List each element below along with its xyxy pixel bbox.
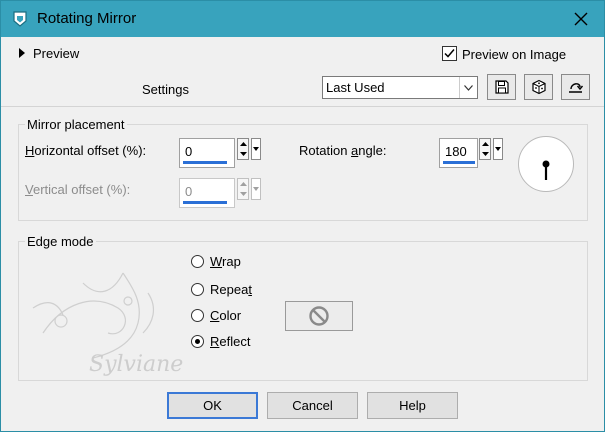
- mirror-placement-title: Mirror placement: [25, 117, 127, 132]
- vertical-offset-spinner[interactable]: 0: [179, 178, 264, 208]
- save-icon: [494, 80, 509, 94]
- rotation-dial[interactable]: [518, 136, 574, 192]
- preview-toggle[interactable]: Preview: [19, 46, 79, 61]
- horizontal-offset-value: 0: [185, 144, 193, 159]
- caret-down-icon: [253, 147, 259, 151]
- save-preset-button[interactable]: [487, 74, 516, 100]
- settings-dropdown[interactable]: Last Used: [322, 76, 478, 99]
- title-bar: Rotating Mirror: [1, 1, 604, 37]
- cancel-button[interactable]: Cancel: [267, 392, 358, 419]
- dial-needle-icon: [542, 160, 550, 180]
- preview-on-image-label: Preview on Image: [462, 47, 567, 62]
- close-icon: [574, 12, 588, 26]
- window-title: Rotating Mirror: [37, 10, 137, 27]
- no-color-icon: [309, 306, 329, 326]
- expand-triangle-icon: [19, 48, 25, 58]
- checkmark-icon: [444, 49, 455, 58]
- close-button[interactable]: [558, 1, 604, 37]
- horizontal-offset-updown[interactable]: [237, 138, 249, 160]
- edge-reflect-radio[interactable]: Reflect: [191, 334, 250, 349]
- edge-repeat-radio[interactable]: Repeat: [191, 282, 252, 297]
- watermark-text: Sylviane: [89, 352, 183, 377]
- dialog-window: Rotating Mirror Preview Preview on Image…: [0, 0, 605, 432]
- help-button[interactable]: Help: [367, 392, 458, 419]
- separator: [1, 106, 604, 107]
- app-icon: [13, 11, 27, 27]
- watermark-flourish: Sylviane: [32, 272, 183, 377]
- vertical-offset-value: 0: [185, 184, 193, 199]
- caret-down-icon: [495, 147, 501, 151]
- settings-label: Settings: [142, 82, 189, 97]
- randomize-button[interactable]: [524, 74, 553, 100]
- preview-on-image-checkbox[interactable]: Preview on Image: [442, 46, 566, 62]
- down-arrow-icon: [238, 189, 248, 199]
- rotation-angle-input[interactable]: 180: [439, 138, 478, 168]
- down-arrow-icon: [480, 149, 490, 159]
- checkbox-box: [442, 46, 457, 61]
- horizontal-offset-label: Horizontal offset (%):: [25, 143, 147, 158]
- radio-icon: [191, 309, 204, 322]
- rotation-angle-spinner[interactable]: 180: [439, 138, 509, 168]
- rotation-angle-updown[interactable]: [479, 138, 491, 160]
- value-bar: [183, 161, 227, 164]
- dice-icon: [531, 79, 546, 95]
- value-bar: [183, 201, 227, 204]
- radio-icon: [191, 255, 204, 268]
- edge-mode-title: Edge mode: [25, 234, 96, 249]
- rotation-angle-label: Rotation angle:: [299, 143, 387, 158]
- edge-color-radio[interactable]: Color: [191, 308, 241, 323]
- settings-value: Last Used: [326, 80, 385, 95]
- up-arrow-icon: [238, 139, 248, 149]
- radio-icon: [191, 283, 204, 296]
- horizontal-offset-spinner[interactable]: 0: [179, 138, 264, 168]
- reset-button[interactable]: [561, 74, 590, 100]
- chevron-down-icon: [459, 77, 477, 98]
- up-arrow-icon: [480, 139, 490, 149]
- preview-label: Preview: [33, 46, 80, 61]
- ok-button[interactable]: OK: [167, 392, 258, 419]
- edge-color-swatch[interactable]: [285, 301, 353, 331]
- vertical-offset-dropdown[interactable]: [251, 178, 261, 200]
- radio-selected-icon: [191, 335, 204, 348]
- edge-wrap-radio[interactable]: Wrap: [191, 254, 241, 269]
- horizontal-offset-input[interactable]: 0: [179, 138, 235, 168]
- caret-down-icon: [253, 187, 259, 191]
- reset-icon: [568, 83, 583, 93]
- up-arrow-icon: [238, 179, 248, 189]
- rotation-angle-dropdown[interactable]: [493, 138, 503, 160]
- vertical-offset-label: Vertical offset (%):: [25, 182, 131, 197]
- vertical-offset-input[interactable]: 0: [179, 178, 235, 208]
- value-bar: [443, 161, 475, 164]
- rotation-angle-value: 180: [445, 144, 467, 159]
- vertical-offset-updown[interactable]: [237, 178, 249, 200]
- down-arrow-icon: [238, 149, 248, 159]
- horizontal-offset-dropdown[interactable]: [251, 138, 261, 160]
